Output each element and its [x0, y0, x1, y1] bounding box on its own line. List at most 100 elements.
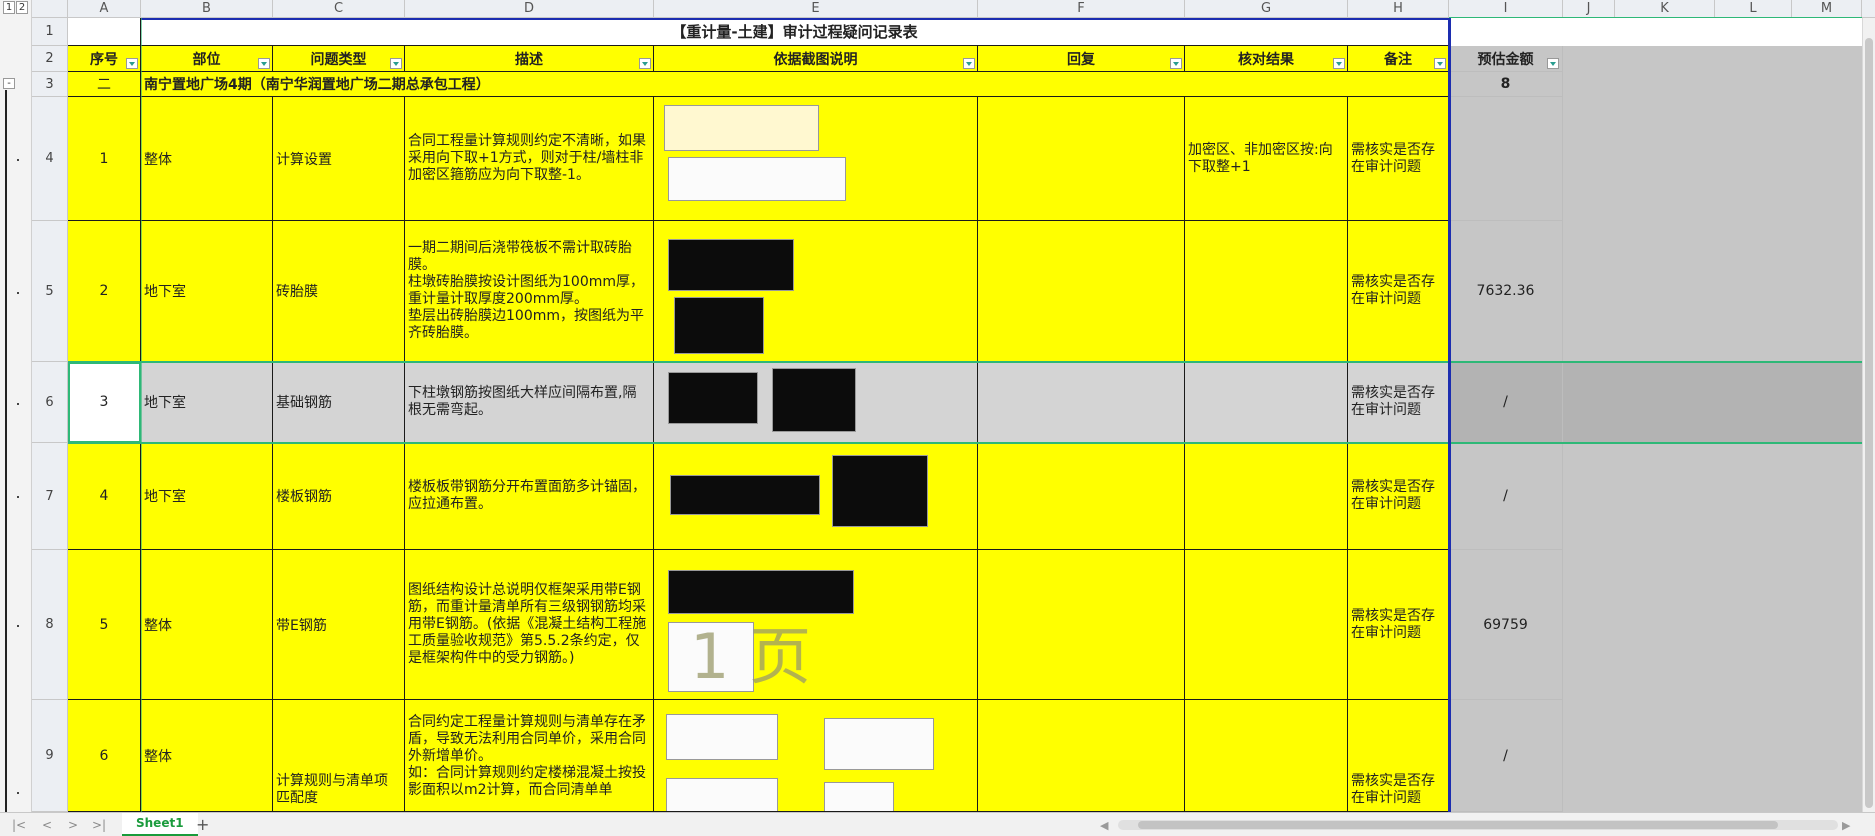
- record-screenshot-cell[interactable]: [654, 362, 978, 443]
- filter-dropdown-icon[interactable]: [1170, 58, 1182, 69]
- outline-collapse-button[interactable]: -: [3, 78, 15, 89]
- record-part[interactable]: 地下室: [141, 221, 273, 362]
- header-reply[interactable]: 回复: [978, 46, 1185, 72]
- outline-level-1-button[interactable]: 1: [3, 1, 15, 14]
- record-remark[interactable]: 需核实是否存在审计问题: [1348, 221, 1449, 362]
- row-header-6[interactable]: 6: [32, 362, 68, 443]
- header-amount[interactable]: 预估金额: [1449, 46, 1563, 72]
- row-header-9[interactable]: 9: [32, 700, 68, 812]
- first-sheet-button[interactable]: |<: [12, 818, 26, 832]
- record-remark[interactable]: 需核实是否存在审计问题: [1348, 97, 1449, 221]
- record-amount[interactable]: 7632.36: [1449, 221, 1563, 362]
- vertical-scrollbar[interactable]: [1862, 18, 1875, 812]
- next-sheet-button[interactable]: >: [68, 818, 78, 832]
- filter-dropdown-icon[interactable]: [1333, 58, 1345, 69]
- row-header-7[interactable]: 7: [32, 443, 68, 550]
- screenshot-image[interactable]: [832, 455, 928, 527]
- filter-dropdown-icon[interactable]: [1547, 58, 1559, 69]
- scroll-left-icon[interactable]: ◀: [1100, 819, 1112, 832]
- record-reply[interactable]: [978, 443, 1185, 550]
- record-screenshot-cell[interactable]: [654, 443, 978, 550]
- tab-sheet1[interactable]: Sheet1: [122, 813, 198, 836]
- cell-a1[interactable]: [68, 18, 141, 46]
- header-screenshot[interactable]: 依据截图说明: [654, 46, 978, 72]
- screenshot-image[interactable]: [824, 782, 894, 811]
- header-desc[interactable]: 描述: [405, 46, 654, 72]
- record-amount[interactable]: /: [1449, 443, 1563, 550]
- record-check[interactable]: [1185, 550, 1348, 700]
- record-part[interactable]: 地下室: [141, 443, 273, 550]
- record-amount[interactable]: 69759: [1449, 550, 1563, 700]
- record-type[interactable]: 计算规则与清单项匹配度: [273, 700, 405, 812]
- horizontal-scrollbar[interactable]: [1118, 820, 1838, 830]
- screenshot-image[interactable]: [666, 778, 778, 811]
- record-check[interactable]: [1185, 362, 1348, 443]
- sheet-title[interactable]: 【重计量-土建】审计过程疑问记录表: [141, 18, 1449, 46]
- record-type[interactable]: 基础钢筋: [273, 362, 405, 443]
- horizontal-scroll-thumb[interactable]: [1138, 821, 1778, 829]
- record-screenshot-cell[interactable]: 1 页: [654, 550, 978, 700]
- col-header-m[interactable]: M: [1792, 0, 1862, 18]
- col-header-a[interactable]: A: [68, 0, 141, 18]
- record-desc[interactable]: 楼板板带钢筋分开布置面筋多计锚固，应拉通布置。: [405, 443, 654, 550]
- record-remark[interactable]: 需核实是否存在审计问题: [1348, 362, 1449, 443]
- row-header-1[interactable]: 1: [32, 18, 68, 46]
- record-check[interactable]: [1185, 221, 1348, 362]
- record-desc[interactable]: 一期二期间后浇带筏板不需计取砖胎膜。 柱墩砖胎膜按设计图纸为100mm厚，重计量…: [405, 221, 654, 362]
- record-check[interactable]: [1185, 700, 1348, 812]
- scroll-right-icon[interactable]: ▶: [1842, 819, 1854, 832]
- col-header-j[interactable]: J: [1563, 0, 1615, 18]
- filter-dropdown-icon[interactable]: [126, 58, 138, 69]
- select-all-corner[interactable]: [32, 0, 68, 18]
- record-reply[interactable]: [978, 550, 1185, 700]
- record-seq[interactable]: 4: [68, 443, 141, 550]
- row-header-3[interactable]: 3: [32, 72, 68, 97]
- header-seq[interactable]: 序号: [68, 46, 141, 72]
- record-seq[interactable]: 5: [68, 550, 141, 700]
- section-number[interactable]: 二: [68, 72, 141, 97]
- prev-sheet-button[interactable]: <: [42, 818, 52, 832]
- screenshot-image[interactable]: [668, 372, 758, 424]
- record-check[interactable]: 加密区、非加密区按:向下取整+1: [1185, 97, 1348, 221]
- col-header-i[interactable]: I: [1449, 0, 1563, 18]
- record-type[interactable]: 楼板钢筋: [273, 443, 405, 550]
- row-header-4[interactable]: 4: [32, 97, 68, 221]
- record-screenshot-cell[interactable]: [654, 700, 978, 812]
- header-check[interactable]: 核对结果: [1185, 46, 1348, 72]
- record-screenshot-cell[interactable]: [654, 97, 978, 221]
- record-seq[interactable]: 1: [68, 97, 141, 221]
- record-remark[interactable]: 需核实是否存在审计问题: [1348, 443, 1449, 550]
- record-seq[interactable]: 2: [68, 221, 141, 362]
- record-reply[interactable]: [978, 97, 1185, 221]
- add-sheet-button[interactable]: +: [196, 815, 209, 834]
- record-desc[interactable]: 合同约定工程量计算规则与清单存在矛盾，导致无法利用合同单价，采用合同外新增单价。…: [405, 700, 654, 812]
- col-header-k[interactable]: K: [1615, 0, 1715, 18]
- screenshot-image[interactable]: [668, 239, 794, 291]
- filter-dropdown-icon[interactable]: [1434, 58, 1446, 69]
- header-remark[interactable]: 备注: [1348, 46, 1449, 72]
- screenshot-image[interactable]: [668, 157, 846, 201]
- record-reply[interactable]: [978, 362, 1185, 443]
- col-header-f[interactable]: F: [978, 0, 1185, 18]
- record-desc[interactable]: 图纸结构设计总说明仅框架采用带E钢筋，而重计量清单所有三级钢钢筋均采用带E钢筋。…: [405, 550, 654, 700]
- record-seq[interactable]: 6: [68, 700, 141, 812]
- col-header-e[interactable]: E: [654, 0, 978, 18]
- section-amount[interactable]: 8: [1449, 72, 1563, 97]
- col-header-c[interactable]: C: [273, 0, 405, 18]
- last-sheet-button[interactable]: >|: [92, 818, 106, 832]
- record-reply[interactable]: [978, 221, 1185, 362]
- screenshot-image[interactable]: [670, 475, 820, 515]
- col-header-l[interactable]: L: [1715, 0, 1792, 18]
- screenshot-image[interactable]: [824, 718, 934, 770]
- record-check[interactable]: [1185, 443, 1348, 550]
- section-name[interactable]: 南宁置地广场4期（南宁华润置地广场二期总承包工程）: [141, 72, 1449, 97]
- record-type[interactable]: 带E钢筋: [273, 550, 405, 700]
- record-part[interactable]: 整体: [141, 550, 273, 700]
- filter-dropdown-icon[interactable]: [639, 58, 651, 69]
- record-remark[interactable]: 需核实是否存在审计问题: [1348, 700, 1449, 812]
- screenshot-image[interactable]: [772, 368, 856, 432]
- row-header-2[interactable]: 2: [32, 46, 68, 72]
- screenshot-image[interactable]: [666, 714, 778, 760]
- header-issue-type[interactable]: 问题类型: [273, 46, 405, 72]
- col-header-d[interactable]: D: [405, 0, 654, 18]
